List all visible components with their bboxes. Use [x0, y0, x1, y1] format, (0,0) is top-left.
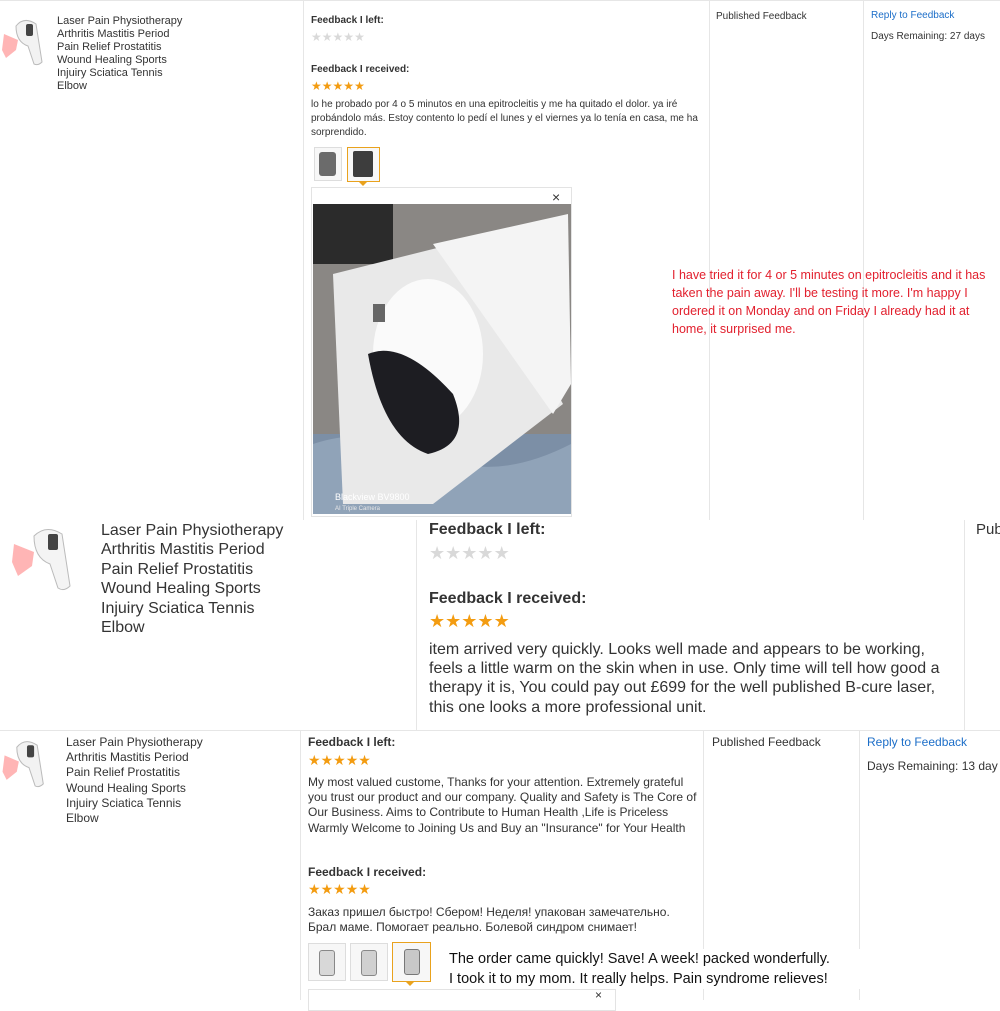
star-icon: ★ — [333, 752, 346, 768]
review-photo-thumb[interactable] — [308, 943, 346, 981]
star-icon: ★ — [445, 611, 462, 631]
laser-device-icon — [2, 20, 43, 66]
feedback-left-label: Feedback I left: — [429, 521, 546, 538]
selected-thumb-pointer — [405, 981, 415, 986]
feedback-left-label: Feedback I left: — [308, 735, 396, 749]
star-icon: ★ — [493, 611, 510, 631]
product-title[interactable]: Laser Pain Physiotherapy Arthritis Masti… — [57, 15, 217, 93]
star-icon: ★ — [345, 752, 359, 768]
star-icon: ★ — [343, 30, 355, 44]
star-icon: ★ — [345, 881, 359, 897]
product-title[interactable]: Laser Pain Physiotherapy Arthritis Masti… — [101, 521, 321, 637]
review-text: lo he probado por 4 o 5 minutos en una e… — [311, 99, 698, 138]
feedback-received-label: Feedback I received: — [308, 865, 427, 879]
star-icon: ★ — [308, 752, 321, 768]
star-icon: ★ — [493, 543, 510, 563]
received-rating-stars: ★★★★★ — [308, 881, 371, 898]
received-rating-stars: ★★★★★ — [311, 79, 365, 93]
review-photo-thumb[interactable] — [314, 147, 342, 181]
photo-watermark: Blackview BV9800 — [335, 492, 410, 502]
star-icon: ★ — [477, 611, 494, 631]
photo-watermark-sub: AI Triple Camera — [335, 506, 381, 512]
review-text: item arrived very quickly. Looks well ma… — [429, 641, 940, 716]
review-photo[interactable]: Blackview BV9800 AI Triple Camera — [313, 204, 571, 514]
left-rating-stars: ★★★★★ — [429, 543, 510, 564]
review-photo-thumb-selected[interactable] — [392, 942, 431, 982]
feedback-status: Published Feedback — [716, 11, 807, 22]
days-remaining: Days Remaining: 13 day — [867, 759, 998, 773]
feedback-received-label: Feedback I received: — [311, 64, 410, 75]
star-icon: ★ — [333, 881, 346, 897]
star-icon: ★ — [320, 752, 334, 768]
star-icon: ★ — [332, 79, 344, 93]
feedback-status: Published Feedback — [712, 735, 821, 749]
star-icon: ★ — [461, 611, 478, 631]
reply-to-feedback-link[interactable]: Reply to Feedback — [871, 10, 954, 21]
star-icon: ★ — [429, 543, 446, 563]
translation-text: I have tried it for 4 or 5 minutes on ep… — [672, 268, 986, 336]
star-icon: ★ — [358, 881, 371, 897]
star-icon: ★ — [332, 30, 344, 44]
star-icon: ★ — [308, 881, 321, 897]
days-remaining: Days Remaining: 27 days — [871, 31, 985, 42]
star-icon: ★ — [320, 881, 334, 897]
photo-viewer — [308, 989, 616, 1011]
laser-device-icon — [12, 529, 71, 591]
left-rating-stars: ★★★★★ — [308, 752, 371, 769]
received-rating-stars: ★★★★★ — [429, 611, 510, 632]
star-icon: ★ — [321, 30, 333, 44]
star-icon: ★ — [311, 79, 322, 93]
feedback-received-label: Feedback I received: — [429, 590, 587, 607]
reply-to-feedback-link[interactable]: Reply to Feedback — [867, 735, 967, 749]
review-text: Заказ пришел быстро! Сбером! Неделя! упа… — [308, 905, 670, 935]
left-rating-stars: ★★★★★ — [311, 30, 365, 44]
star-icon: ★ — [358, 752, 371, 768]
star-icon: ★ — [354, 79, 365, 93]
selected-thumb-pointer — [358, 181, 368, 186]
product-title[interactable]: Laser Pain Physiotherapy Arthritis Masti… — [66, 735, 266, 826]
star-icon: ★ — [477, 543, 494, 563]
star-icon: ★ — [311, 30, 322, 44]
review-photo-thumb[interactable] — [350, 943, 388, 981]
feedback-status-clipped: Pub — [976, 521, 1000, 538]
translation-text: The order came quickly! Save! A week! pa… — [449, 949, 899, 989]
star-icon: ★ — [321, 79, 333, 93]
close-icon[interactable]: × — [552, 189, 560, 205]
laser-device-icon — [2, 741, 44, 788]
feedback-left-label: Feedback I left: — [311, 15, 384, 26]
star-icon: ★ — [429, 611, 446, 631]
review-photo-thumb-selected[interactable] — [347, 147, 380, 182]
star-icon: ★ — [343, 79, 355, 93]
star-icon: ★ — [461, 543, 478, 563]
seller-reply-text: My most valued custome, Thanks for your … — [308, 775, 697, 835]
star-icon: ★ — [354, 30, 365, 44]
star-icon: ★ — [445, 543, 462, 563]
